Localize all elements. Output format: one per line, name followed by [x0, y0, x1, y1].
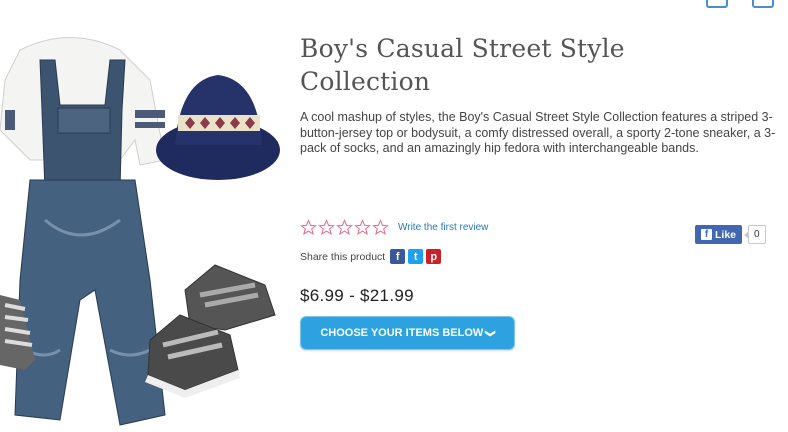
- facebook-icon[interactable]: f: [390, 249, 406, 264]
- star-outline-icon[interactable]: [372, 219, 389, 236]
- choose-items-button[interactable]: CHOOSE YOUR ITEMS BELOW ❯: [300, 316, 515, 350]
- pinterest-icon[interactable]: p: [426, 249, 442, 264]
- price-range: $6.99 - $21.99: [300, 286, 414, 305]
- facebook-like-widget: f Like 0: [695, 225, 766, 244]
- rating-stars[interactable]: [300, 219, 389, 236]
- facebook-icon: f: [701, 229, 712, 240]
- star-outline-icon[interactable]: [336, 219, 353, 236]
- like-button[interactable]: f Like: [695, 225, 743, 244]
- product-description: A cool mashup of styles, the Boy's Casua…: [300, 110, 776, 155]
- star-outline-icon[interactable]: [318, 219, 335, 236]
- star-outline-icon[interactable]: [354, 219, 371, 236]
- product-title: Boy's Casual Street Style Collection: [300, 34, 625, 96]
- chevron-down-icon: ❯: [484, 328, 496, 338]
- twitter-icon[interactable]: t: [408, 249, 424, 264]
- partial-icon-2[interactable]: [752, 0, 774, 8]
- share-row: Share this product f t p: [300, 249, 444, 264]
- choose-items-label: CHOOSE YOUR ITEMS BELOW: [320, 327, 484, 339]
- partial-icon-1[interactable]: [706, 0, 728, 8]
- rating-row: Write the first review: [300, 219, 488, 236]
- write-review-link[interactable]: Write the first review: [398, 222, 488, 233]
- share-label: Share this product: [300, 250, 386, 263]
- like-count: 0: [744, 225, 766, 244]
- product-image: [0, 37, 280, 426]
- top-corner-icons: [706, 0, 774, 8]
- like-label: Like: [715, 228, 737, 241]
- star-outline-icon[interactable]: [300, 219, 317, 236]
